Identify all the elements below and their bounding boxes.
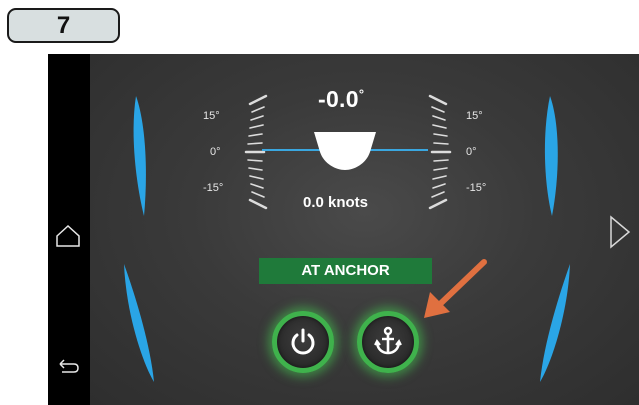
- boat-attitude-indicator: [262, 128, 428, 178]
- power-button[interactable]: [272, 311, 334, 373]
- anchor-button[interactable]: [357, 311, 419, 373]
- indicator-blade-top-right: [538, 94, 570, 218]
- left-scale-label-top: 15°: [203, 110, 220, 122]
- boat-hull-icon: [314, 132, 376, 170]
- left-scale-label-mid: 0°: [210, 146, 221, 158]
- indicator-blade-top-left: [126, 94, 158, 218]
- callout-arrow: [418, 256, 490, 324]
- next-arrow-icon[interactable]: [608, 214, 632, 250]
- left-scale-label-bottom: -15°: [203, 182, 224, 194]
- power-icon: [291, 328, 315, 355]
- home-outline-icon[interactable]: [54, 224, 82, 248]
- right-scale-label-mid: 0°: [466, 146, 477, 158]
- back-arrow-icon[interactable]: [56, 358, 80, 380]
- heading-degree: °: [358, 86, 365, 102]
- heading-readout: -0.0°: [318, 86, 364, 113]
- right-scale-label-bottom: -15°: [466, 182, 487, 194]
- step-number-badge: 7: [7, 8, 120, 43]
- anchor-icon: [374, 326, 402, 355]
- speed-readout: 0.0 knots: [303, 194, 369, 211]
- mode-status-banner: AT ANCHOR: [259, 258, 432, 284]
- right-scale-label-top: 15°: [466, 110, 483, 122]
- indicator-blade-bottom-right: [534, 262, 574, 386]
- heading-value: -0.0: [318, 86, 359, 112]
- indicator-blade-bottom-left: [120, 262, 160, 386]
